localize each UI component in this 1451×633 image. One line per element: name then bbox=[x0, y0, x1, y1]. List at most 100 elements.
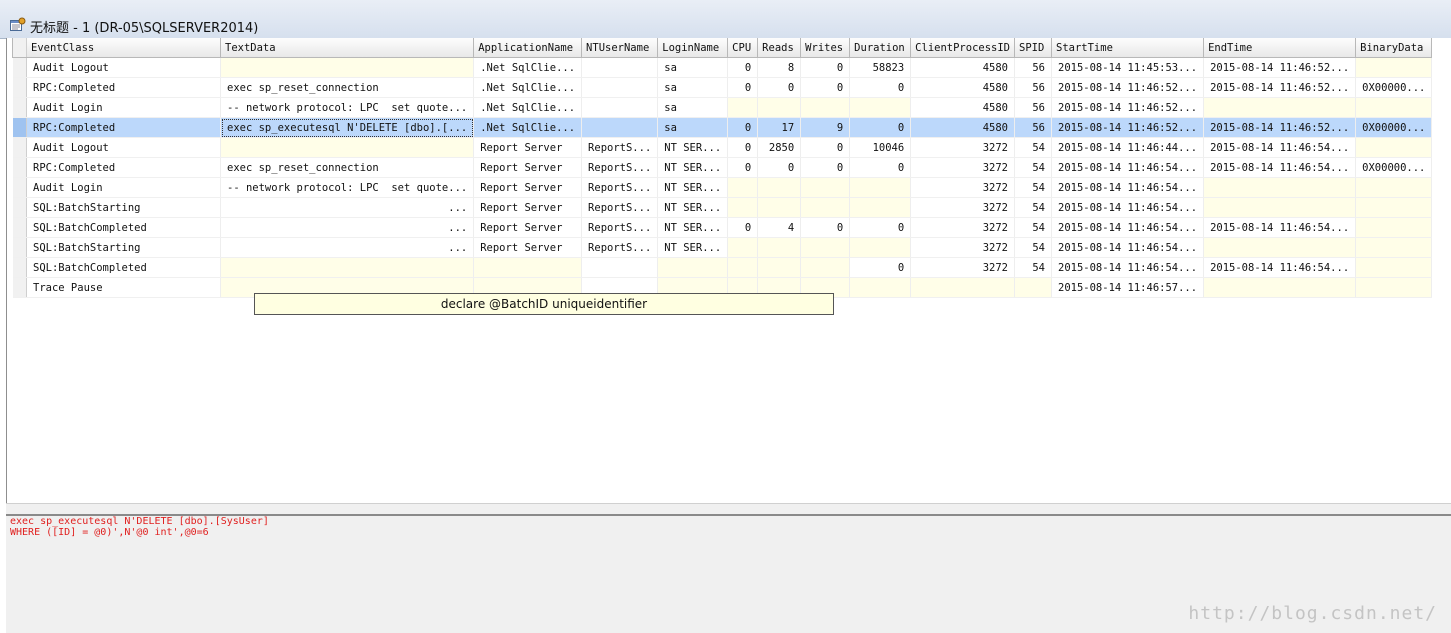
cell-cpu[interactable]: 0 bbox=[727, 77, 759, 98]
cell-reads[interactable]: 0 bbox=[757, 77, 802, 98]
cell-duration[interactable] bbox=[849, 237, 912, 258]
row-header[interactable] bbox=[12, 57, 27, 78]
cell-cpu[interactable] bbox=[727, 257, 759, 278]
cell-clientprocessid[interactable]: 3272 bbox=[910, 217, 1015, 238]
cell-reads[interactable]: 4 bbox=[757, 217, 802, 238]
table-row[interactable]: Audit Login -- network protocol: LPC set … bbox=[12, 177, 1433, 198]
cell-ntusername[interactable] bbox=[581, 57, 659, 78]
cell-ntusername[interactable] bbox=[581, 117, 659, 138]
cell-clientprocessid[interactable]: 3272 bbox=[910, 197, 1015, 218]
row-header[interactable] bbox=[12, 237, 27, 258]
cell-loginname[interactable]: NT SER... bbox=[657, 137, 729, 158]
cell-ntusername[interactable]: ReportS... bbox=[581, 217, 659, 238]
cell-loginname[interactable]: NT SER... bbox=[657, 237, 729, 258]
cell-textdata[interactable]: -- network protocol: LPC set quote... bbox=[220, 97, 475, 118]
cell-textdata[interactable]: ... bbox=[220, 217, 475, 238]
cell-starttime[interactable]: 2015-08-14 11:46:44... bbox=[1051, 137, 1205, 158]
cell-textdata[interactable]: exec sp_reset_connection bbox=[220, 157, 475, 178]
column-header-eventclass[interactable]: EventClass bbox=[26, 38, 221, 58]
cell-writes[interactable]: 0 bbox=[800, 57, 851, 78]
cell-duration[interactable]: 0 bbox=[849, 157, 912, 178]
cell-binarydata[interactable]: 0X00000... bbox=[1355, 157, 1433, 178]
cell-binarydata[interactable] bbox=[1355, 57, 1433, 78]
cell-endtime[interactable] bbox=[1203, 177, 1357, 198]
cell-starttime[interactable]: 2015-08-14 11:46:52... bbox=[1051, 97, 1205, 118]
cell-binarydata[interactable] bbox=[1355, 177, 1433, 198]
cell-loginname[interactable]: NT SER... bbox=[657, 177, 729, 198]
cell-loginname[interactable]: sa bbox=[657, 97, 729, 118]
table-row[interactable]: RPC:Completed exec sp_reset_connection .Ne… bbox=[12, 77, 1433, 98]
cell-starttime[interactable]: 2015-08-14 11:46:54... bbox=[1051, 197, 1205, 218]
cell-textdata[interactable]: -- network protocol: LPC set quote... bbox=[220, 177, 475, 198]
column-header-starttime[interactable]: StartTime bbox=[1050, 38, 1205, 58]
cell-writes[interactable] bbox=[800, 177, 851, 198]
cell-cpu[interactable]: 0 bbox=[727, 137, 759, 158]
cell-writes[interactable]: 0 bbox=[800, 157, 851, 178]
cell-clientprocessid[interactable] bbox=[910, 277, 1015, 298]
cell-eventclass[interactable]: RPC:Completed bbox=[26, 77, 221, 98]
cell-endtime[interactable]: 2015-08-14 11:46:52... bbox=[1203, 77, 1357, 98]
cell-spid[interactable]: 54 bbox=[1014, 177, 1052, 198]
cell-applicationname[interactable]: Report Server bbox=[473, 157, 583, 178]
cell-binarydata[interactable] bbox=[1355, 277, 1433, 298]
cell-applicationname[interactable]: Report Server bbox=[473, 177, 583, 198]
cell-spid[interactable]: 54 bbox=[1014, 157, 1052, 178]
cell-duration[interactable]: 10046 bbox=[849, 137, 912, 158]
cell-reads[interactable]: 8 bbox=[757, 57, 802, 78]
cell-eventclass[interactable]: SQL:BatchStarting bbox=[26, 197, 221, 218]
cell-loginname[interactable]: NT SER... bbox=[657, 217, 729, 238]
cell-applicationname[interactable]: .Net SqlClie... bbox=[473, 97, 583, 118]
cell-binarydata[interactable]: 0X00000... bbox=[1355, 117, 1433, 138]
cell-starttime[interactable]: 2015-08-14 11:46:54... bbox=[1051, 157, 1205, 178]
cell-writes[interactable] bbox=[800, 197, 851, 218]
cell-applicationname[interactable]: .Net SqlClie... bbox=[473, 77, 583, 98]
cell-cpu[interactable]: 0 bbox=[727, 157, 759, 178]
cell-writes[interactable]: 0 bbox=[800, 217, 851, 238]
cell-loginname[interactable] bbox=[657, 257, 729, 278]
cell-applicationname[interactable]: Report Server bbox=[473, 237, 583, 258]
cell-starttime[interactable]: 2015-08-14 11:46:52... bbox=[1051, 77, 1205, 98]
table-row[interactable]: SQL:BatchStarting... Report Server ReportS… bbox=[12, 197, 1433, 218]
cell-duration[interactable]: 58823 bbox=[849, 57, 912, 78]
cell-endtime[interactable] bbox=[1203, 97, 1357, 118]
cell-starttime[interactable]: 2015-08-14 11:46:54... bbox=[1051, 237, 1205, 258]
table-row[interactable]: RPC:Completed exec sp_executesql N'DELETE… bbox=[12, 117, 1433, 138]
cell-starttime[interactable]: 2015-08-14 11:46:54... bbox=[1051, 177, 1205, 198]
cell-eventclass[interactable]: Audit Login bbox=[26, 97, 221, 118]
cell-spid[interactable]: 54 bbox=[1014, 257, 1052, 278]
trace-event-grid[interactable]: EventClass TextData ApplicationName NTUserN… bbox=[12, 38, 1433, 298]
column-header-loginname[interactable]: LoginName bbox=[657, 38, 729, 58]
cell-reads[interactable]: 0 bbox=[757, 157, 802, 178]
table-row[interactable]: RPC:Completed exec sp_reset_connection Rep… bbox=[12, 157, 1433, 178]
table-row[interactable]: SQL:BatchStarting... Report Server ReportS… bbox=[12, 237, 1433, 258]
table-row[interactable]: Audit Logout .Net SqlClie... sa 0 8 0 58823 458… bbox=[12, 57, 1433, 78]
cell-applicationname[interactable]: .Net SqlClie... bbox=[473, 117, 583, 138]
cell-clientprocessid[interactable]: 4580 bbox=[910, 57, 1015, 78]
cell-binarydata[interactable] bbox=[1355, 217, 1433, 238]
cell-ntusername[interactable]: ReportS... bbox=[581, 177, 659, 198]
cell-eventclass[interactable]: RPC:Completed bbox=[26, 157, 221, 178]
row-header[interactable] bbox=[12, 257, 27, 278]
cell-applicationname[interactable] bbox=[473, 257, 583, 278]
cell-writes[interactable] bbox=[800, 97, 851, 118]
cell-cpu[interactable]: 0 bbox=[727, 117, 759, 138]
cell-loginname[interactable]: NT SER... bbox=[657, 157, 729, 178]
cell-starttime[interactable]: 2015-08-14 11:46:54... bbox=[1051, 217, 1205, 238]
cell-spid[interactable]: 54 bbox=[1014, 217, 1052, 238]
cell-eventclass[interactable]: SQL:BatchCompleted bbox=[26, 257, 221, 278]
cell-spid[interactable]: 56 bbox=[1014, 97, 1052, 118]
row-header[interactable] bbox=[12, 157, 27, 178]
cell-spid[interactable]: 56 bbox=[1014, 77, 1052, 98]
cell-ntusername[interactable] bbox=[581, 97, 659, 118]
cell-binarydata[interactable] bbox=[1355, 237, 1433, 258]
cell-clientprocessid[interactable]: 3272 bbox=[910, 137, 1015, 158]
textdata-detail-pane[interactable]: exec sp_executesql N'DELETE [dbo].[SysUs… bbox=[6, 514, 1451, 633]
cell-ntusername[interactable]: ReportS... bbox=[581, 157, 659, 178]
detail-line[interactable]: WHERE ([ID] = @0)',N'@0 int',@0=6 bbox=[6, 527, 1451, 538]
cell-reads[interactable] bbox=[757, 197, 802, 218]
cell-applicationname[interactable]: Report Server bbox=[473, 197, 583, 218]
cell-loginname[interactable]: sa bbox=[657, 57, 729, 78]
cell-applicationname[interactable]: .Net SqlClie... bbox=[473, 57, 583, 78]
cell-endtime[interactable]: 2015-08-14 11:46:54... bbox=[1203, 257, 1357, 278]
cell-cpu[interactable] bbox=[727, 197, 759, 218]
